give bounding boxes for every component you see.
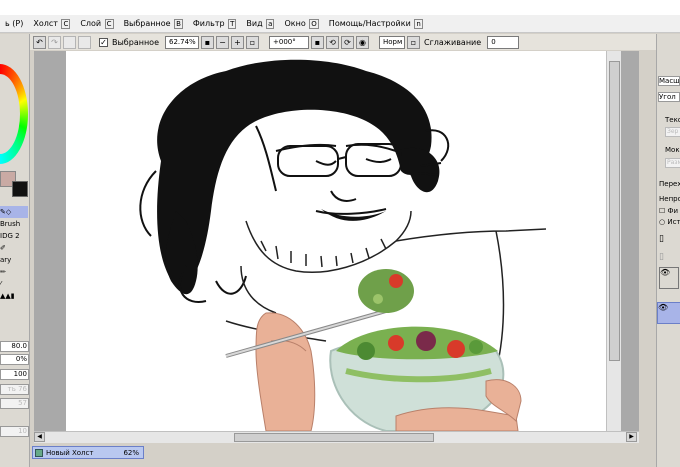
undo-icon[interactable]: ↶: [33, 35, 46, 49]
redo-icon[interactable]: ↷: [48, 35, 61, 49]
toolbar: ↶ ↷ ✓ Выбранное 62.74% ▪ − + ▫ +000° ▪ ⟲…: [30, 34, 656, 50]
menu-bar: ь (P) Холст C Слой C Выбранное B Фильтр …: [0, 15, 680, 33]
texture-field[interactable]: Зер: [665, 127, 680, 137]
zoom-out-icon[interactable]: −: [216, 35, 229, 49]
rotation-field[interactable]: +000°: [269, 35, 309, 49]
document-zoom: 62%: [123, 448, 139, 457]
selection-label: Выбранное: [112, 37, 159, 47]
top-strip: [0, 0, 680, 15]
new-layer-icon[interactable]: ▯: [659, 234, 664, 244]
opacity-label: Непрозр: [659, 195, 680, 203]
tool-eraser[interactable]: ary: [0, 254, 28, 266]
rotate-right-icon[interactable]: ⟳: [341, 35, 354, 49]
blend-mode-field[interactable]: Норм: [379, 35, 405, 49]
right-panel: Масш Угол Текст Зер Мокр Разм Перехо Неп…: [656, 34, 680, 467]
rotate-left-icon[interactable]: ⟲: [326, 35, 339, 49]
navigator-angle-label[interactable]: Угол: [658, 92, 680, 102]
tool-list: ✎◇ Brush IDG 2 ✐ ary ✏ ⁄ ▲▲▮: [0, 206, 28, 302]
drawing-canvas[interactable]: [66, 51, 606, 431]
zoom-in-icon[interactable]: +: [231, 35, 244, 49]
layer-mask-icon[interactable]: ▯: [659, 252, 664, 262]
opacity-field[interactable]: ть 76: [0, 384, 29, 395]
tool-pencil[interactable]: ✏: [0, 266, 28, 278]
invert-selection-icon[interactable]: [78, 35, 91, 49]
scroll-right-icon[interactable]: ▶: [626, 432, 637, 442]
navigator-zoom-label[interactable]: Масш: [658, 76, 680, 86]
eye-icon[interactable]: 👁: [658, 303, 668, 312]
menu-item-view[interactable]: Вид a: [241, 19, 279, 29]
brush-size-field[interactable]: 80.0: [0, 341, 29, 352]
transition-label: Перехо: [659, 180, 680, 188]
vertical-scroll-thumb[interactable]: [609, 61, 620, 361]
secondary-color-swatch[interactable]: [12, 181, 28, 197]
rotate-reset-icon[interactable]: ◉: [356, 35, 369, 49]
horizontal-scroll-thumb[interactable]: [234, 433, 434, 442]
layer-row-selected[interactable]: 👁: [657, 302, 680, 324]
min-size-field[interactable]: 0%: [0, 354, 29, 365]
selection-checkbox[interactable]: ✓: [99, 37, 108, 47]
deselect-icon[interactable]: [63, 35, 76, 49]
zoom-dropdown-icon[interactable]: ▪: [201, 35, 214, 49]
smoothing-field[interactable]: 0: [487, 35, 520, 49]
brush-shape-icon: ▲▲▮: [0, 292, 15, 300]
horizontal-scrollbar[interactable]: ◀ ▶: [34, 431, 639, 443]
zoom-reset-icon[interactable]: ▫: [246, 35, 259, 49]
wet-field[interactable]: Разм: [665, 158, 680, 168]
persistence-field[interactable]: 10: [0, 426, 29, 437]
menu-item-selection[interactable]: Выбранное B: [119, 19, 188, 29]
density-field[interactable]: 100: [0, 369, 29, 380]
blend-mode-dropdown-icon[interactable]: ▫: [407, 35, 420, 49]
document-tab[interactable]: Новый Холст 62%: [32, 446, 144, 459]
tool-custom[interactable]: IDG 2: [0, 230, 28, 242]
wet-label: Мокр: [665, 146, 680, 154]
tool-airbrush[interactable]: ⁄: [0, 278, 28, 290]
scroll-left-icon[interactable]: ◀: [34, 432, 45, 442]
menu-item-canvas[interactable]: Холст C: [28, 19, 75, 29]
left-tool-panel: ✎◇ Brush IDG 2 ✐ ary ✏ ⁄ ▲▲▮ 80.0 0% 100…: [0, 34, 30, 467]
tool-shapes[interactable]: ▲▲▮: [0, 290, 28, 302]
menu-item-partial[interactable]: ь (P): [0, 19, 28, 28]
menu-item-filter[interactable]: Фильтр T: [188, 19, 241, 29]
marker-icon: ✐: [0, 244, 6, 252]
vertical-scrollbar[interactable]: [606, 51, 621, 431]
artwork-image: [139, 59, 547, 431]
document-icon: [35, 448, 43, 457]
blending-field[interactable]: 57: [0, 398, 29, 409]
document-bar: Новый Холст 62%: [30, 443, 656, 467]
airbrush-icon: ⁄: [0, 280, 2, 288]
menu-item-layer[interactable]: Слой C: [75, 19, 118, 29]
tool-pen[interactable]: ✎◇: [0, 206, 28, 218]
rotation-dropdown-icon[interactable]: ▪: [311, 35, 324, 49]
tool-brush[interactable]: Brush: [0, 218, 28, 230]
source-option[interactable]: ○ Ист: [659, 218, 680, 226]
pencil-icon: ✏: [0, 268, 6, 276]
pen-icon: ✎◇: [0, 208, 12, 216]
menu-item-window[interactable]: Окно O: [279, 19, 323, 29]
texture-label: Текст: [665, 116, 680, 124]
layer-row-1[interactable]: 👁: [659, 267, 679, 289]
menu-item-help-settings[interactable]: Помощь/Настройки n: [324, 19, 428, 29]
document-name: Новый Холст: [46, 448, 94, 457]
zoom-field[interactable]: 62.74%: [165, 35, 199, 49]
smoothing-label: Сглаживание: [424, 37, 482, 47]
fill-option[interactable]: ☐ Фи: [659, 207, 678, 215]
canvas-workarea[interactable]: [34, 51, 639, 431]
tool-marker[interactable]: ✐: [0, 242, 28, 254]
